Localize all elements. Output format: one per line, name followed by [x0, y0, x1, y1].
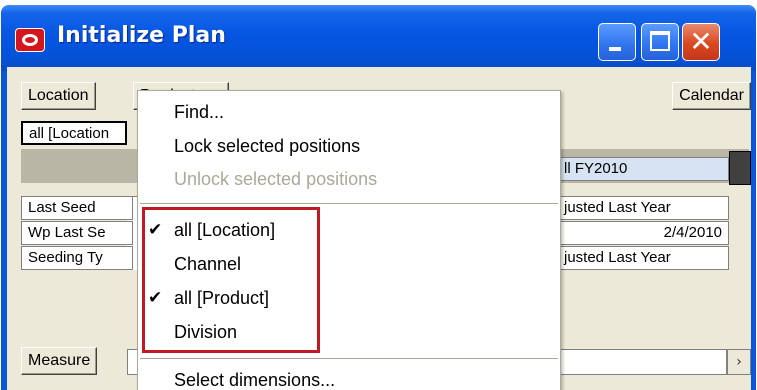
- measure-dimension-button[interactable]: Measure: [21, 347, 98, 375]
- row-value-wp-last-seed[interactable]: 2/4/2010: [557, 221, 729, 245]
- row-label-wp-last-seed[interactable]: Wp Last Se: [21, 221, 133, 245]
- row-label-last-seed[interactable]: Last Seed: [21, 196, 133, 220]
- grid-header-scroll-stub: [729, 151, 751, 185]
- maximize-button[interactable]: [641, 23, 679, 61]
- row-label-seeding-type[interactable]: Seeding Ty: [21, 246, 133, 270]
- minimize-button[interactable]: [598, 23, 636, 61]
- menu-separator: [140, 203, 558, 204]
- oracle-logo-icon: [15, 28, 45, 52]
- scroll-right-arrow-icon[interactable]: ›: [727, 349, 751, 375]
- context-menu: Find... Lock selected positions Unlock s…: [137, 90, 561, 390]
- title-bar[interactable]: Initialize Plan ✕: [1, 5, 756, 71]
- dimension-highlight-box: [142, 207, 320, 353]
- calendar-dimension-button[interactable]: Calendar: [672, 82, 751, 110]
- menu-item-lock-selected[interactable]: Lock selected positions: [174, 133, 360, 159]
- close-icon: ✕: [689, 25, 713, 58]
- menu-item-unlock-selected: Unlock selected positions: [174, 169, 378, 189]
- location-selector-cell[interactable]: all [Location: [21, 121, 127, 145]
- minimize-icon: [609, 47, 621, 51]
- menu-item-find[interactable]: Find...: [174, 99, 224, 125]
- close-button[interactable]: ✕: [682, 23, 720, 61]
- maximize-icon: [650, 31, 670, 51]
- calendar-column-header[interactable]: ll FY2010: [557, 157, 729, 181]
- row-value-last-seed[interactable]: justed Last Year: [557, 196, 729, 220]
- menu-item-select-dimensions[interactable]: Select dimensions...: [174, 367, 335, 390]
- window-title: Initialize Plan: [57, 23, 226, 48]
- row-value-seeding-type[interactable]: justed Last Year: [557, 246, 729, 270]
- location-dimension-button[interactable]: Location: [21, 82, 96, 110]
- menu-separator: [140, 358, 558, 359]
